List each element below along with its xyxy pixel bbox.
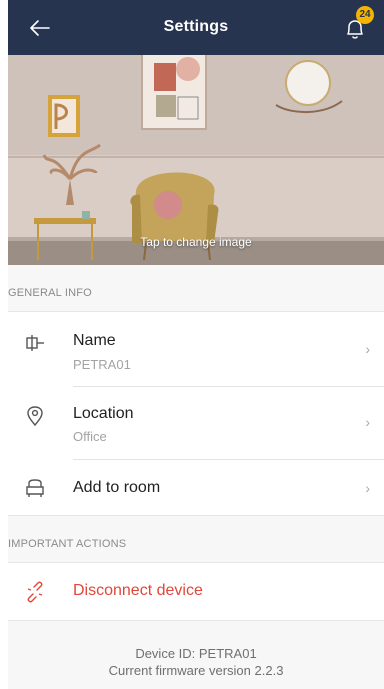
device-plug-icon	[26, 335, 44, 351]
settings-screen: Settings 24 Tap to change image GENERAL …	[8, 0, 384, 689]
device-image[interactable]: Tap to change image	[8, 55, 384, 265]
location-label: Location	[73, 405, 134, 422]
chevron-right-icon: ›	[365, 480, 370, 496]
disconnect-device-row[interactable]: Disconnect device	[8, 562, 384, 620]
page-title: Settings	[163, 18, 229, 35]
change-image-hint: Tap to change image	[140, 235, 252, 249]
name-value: PETRA01	[73, 357, 131, 372]
name-label: Name	[73, 332, 116, 349]
location-row[interactable]: Location Office ›	[8, 387, 384, 459]
app-bar: Settings 24	[8, 0, 384, 55]
disconnect-device-label: Disconnect device	[73, 582, 203, 599]
add-to-room-row[interactable]: Add to room ›	[8, 460, 384, 515]
firmware-version-text: Current firmware version 2.2.3	[108, 663, 284, 678]
name-row[interactable]: Name PETRA01 ›	[8, 312, 384, 386]
room-illustration	[8, 55, 384, 265]
device-info-footer: Device ID: PETRA01 Current firmware vers…	[8, 620, 384, 689]
device-id-text: Device ID: PETRA01	[135, 646, 257, 661]
notification-badge: 24	[356, 6, 374, 24]
section-title: IMPORTANT ACTIONS	[8, 538, 127, 550]
chevron-right-icon: ›	[365, 414, 370, 430]
broken-link-icon	[27, 581, 43, 603]
add-to-room-label: Add to room	[73, 479, 161, 496]
location-value: Office	[73, 429, 107, 444]
armchair-icon	[26, 479, 44, 497]
section-title: GENERAL INFO	[8, 287, 92, 299]
section-header-general-info: GENERAL INFO	[8, 265, 384, 312]
chevron-right-icon: ›	[365, 341, 370, 357]
section-header-important-actions: IMPORTANT ACTIONS	[8, 515, 384, 563]
location-pin-icon	[27, 406, 43, 427]
